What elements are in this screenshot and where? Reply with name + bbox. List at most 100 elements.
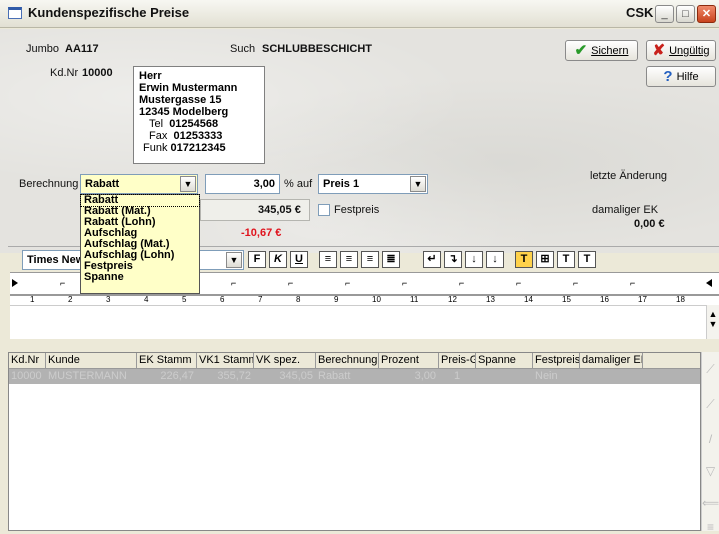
festpreis-checkbox[interactable]: [318, 204, 330, 216]
col-header[interactable]: Kd.Nr: [9, 353, 46, 368]
bold-button[interactable]: F: [248, 251, 266, 268]
font-style-icon[interactable]: T: [557, 251, 575, 268]
chevron-down-icon[interactable]: ▼: [410, 176, 426, 192]
tab-stop-marker[interactable]: ⌐: [459, 278, 464, 288]
save-button[interactable]: ✔ Sichern: [565, 40, 638, 61]
align-center-icon[interactable]: ≡: [340, 251, 358, 268]
tab-decimal-icon[interactable]: ↓: [486, 251, 504, 268]
tab-stop-marker[interactable]: ⌐: [402, 278, 407, 288]
tab-stop-marker[interactable]: ⌐: [288, 278, 293, 288]
cell: 355,72: [217, 370, 251, 382]
col-header[interactable]: damaliger EK: [580, 353, 643, 368]
invalid-button-label: Ungültig: [669, 44, 710, 57]
invalid-button[interactable]: ✘ Ungültig: [646, 40, 716, 61]
chevron-down-icon[interactable]: ▼: [180, 176, 196, 192]
editor-scrollbar[interactable]: ▲ ▼: [706, 305, 719, 339]
col-header[interactable]: VK1 Stamm: [197, 353, 254, 368]
help-button[interactable]: ? Hilfe: [646, 66, 716, 87]
percent-input[interactable]: 3,00: [205, 174, 280, 194]
ruler-tick-label: 18: [676, 295, 685, 304]
title-bar: Kundenspezifische Preise CSK _ □ ✕: [0, 0, 719, 28]
cell: Nein: [535, 370, 558, 382]
tab-left-icon[interactable]: ↵: [423, 251, 441, 268]
table-row[interactable]: 10000 MUSTERMANN 226,47 355,72 345,05 Ra…: [9, 369, 700, 384]
italic-button[interactable]: K: [269, 251, 287, 268]
berechnung-dropdown-list[interactable]: Rabatt Rabatt (Mat.) Rabatt (Lohn) Aufsc…: [80, 194, 200, 294]
ruler-tick-label: 10: [372, 295, 381, 304]
side-toolbar: ⟋ ⟋ / ▽ ⟸ ≡: [701, 352, 719, 534]
cell: 226,47: [160, 370, 194, 382]
preis-select[interactable]: Preis 1 ▼: [318, 174, 428, 194]
col-header[interactable]: Prozent: [379, 353, 439, 368]
tab-stop-marker[interactable]: ⌐: [231, 278, 236, 288]
paragraph-icon[interactable]: T: [578, 251, 596, 268]
damaliger-ek-label: damaliger EK: [592, 204, 659, 216]
cell: Rabatt: [318, 370, 351, 382]
tab-center-icon[interactable]: ↓: [465, 251, 483, 268]
funk-value: 017212345: [170, 142, 226, 154]
help-button-label: Hilfe: [676, 70, 699, 83]
table-header: Kd.Nr Kunde EK Stamm VK1 Stamm VK spez. …: [9, 353, 700, 369]
table-icon[interactable]: ⊞: [536, 251, 554, 268]
col-header[interactable]: Preis-Gr: [439, 353, 476, 368]
scroll-down-icon[interactable]: ▼: [707, 319, 719, 329]
chevron-down-icon[interactable]: ▼: [226, 252, 242, 268]
col-header[interactable]: Kunde: [46, 353, 137, 368]
side-icon[interactable]: ⟸: [702, 496, 719, 510]
diff-value: -10,67 €: [241, 227, 282, 239]
align-left-icon[interactable]: ≡: [319, 251, 337, 268]
col-header[interactable]: Spanne: [476, 353, 533, 368]
cell: 10000: [11, 370, 42, 382]
ruler-tick-label: 11: [410, 295, 419, 304]
side-icon[interactable]: /: [702, 432, 719, 446]
company-label: CSK: [626, 5, 654, 20]
scroll-up-icon[interactable]: ▲: [707, 309, 719, 319]
text-editor[interactable]: [10, 305, 706, 339]
app-icon: [8, 7, 22, 19]
text-color-icon[interactable]: T: [515, 251, 533, 268]
kdnr-value: 10000: [82, 67, 113, 79]
address-street: Mustergasse 15: [139, 94, 222, 106]
tab-stop-marker[interactable]: ⌐: [345, 278, 350, 288]
tab-stop-marker[interactable]: ⌐: [516, 278, 521, 288]
tab-right-icon[interactable]: ↴: [444, 251, 462, 268]
address-tel: Tel 01254568: [139, 118, 259, 130]
preis-value: Preis 1: [323, 178, 360, 190]
tab-stop-marker[interactable]: ⌐: [60, 278, 65, 288]
splitter[interactable]: [0, 340, 719, 352]
such-value: SCHLUBBESCHICHT: [262, 43, 372, 55]
check-icon: ✔: [574, 42, 588, 59]
side-icon[interactable]: ≡: [702, 520, 719, 534]
ruler-tick-label: 1: [30, 295, 35, 304]
justify-icon[interactable]: ≣: [382, 251, 400, 268]
ruler-tick-label: 14: [524, 295, 533, 304]
col-header[interactable]: VK spez.: [254, 353, 316, 368]
ruler-tick-label: 17: [638, 295, 647, 304]
col-header[interactable]: Festpreis: [533, 353, 580, 368]
minimize-button[interactable]: _: [655, 5, 674, 23]
window-title: Kundenspezifische Preise: [28, 5, 190, 20]
jumbo-value: AA117: [65, 43, 99, 55]
underline-button[interactable]: U: [290, 251, 308, 268]
ruler-tick-label: 4: [144, 295, 149, 304]
side-icon[interactable]: ⟋: [702, 397, 719, 412]
col-header[interactable]: Berechnung: [316, 353, 379, 368]
side-icon[interactable]: ⟋: [702, 362, 719, 377]
fax-value: 01253333: [173, 130, 223, 142]
maximize-button[interactable]: □: [676, 5, 695, 23]
prices-table: Kd.Nr Kunde EK Stamm VK1 Stamm VK spez. …: [8, 352, 701, 531]
such-label: Such: [230, 43, 256, 55]
col-header[interactable]: EK Stamm: [137, 353, 197, 368]
close-button[interactable]: ✕: [697, 5, 716, 23]
cell: MUSTERMANN: [48, 370, 127, 382]
align-right-icon[interactable]: ≡: [361, 251, 379, 268]
ruler-tick-label: 12: [448, 295, 457, 304]
cell: [476, 369, 533, 384]
dropdown-option[interactable]: Spanne: [81, 272, 199, 283]
tab-stop-marker[interactable]: ⌐: [630, 278, 635, 288]
tab-stop-marker[interactable]: ⌐: [573, 278, 578, 288]
funk-label: Funk: [143, 142, 168, 154]
berechnung-select[interactable]: Rabatt ▼: [80, 174, 198, 194]
address-fax: Fax 01253333: [139, 130, 259, 142]
side-icon[interactable]: ▽: [702, 464, 719, 478]
